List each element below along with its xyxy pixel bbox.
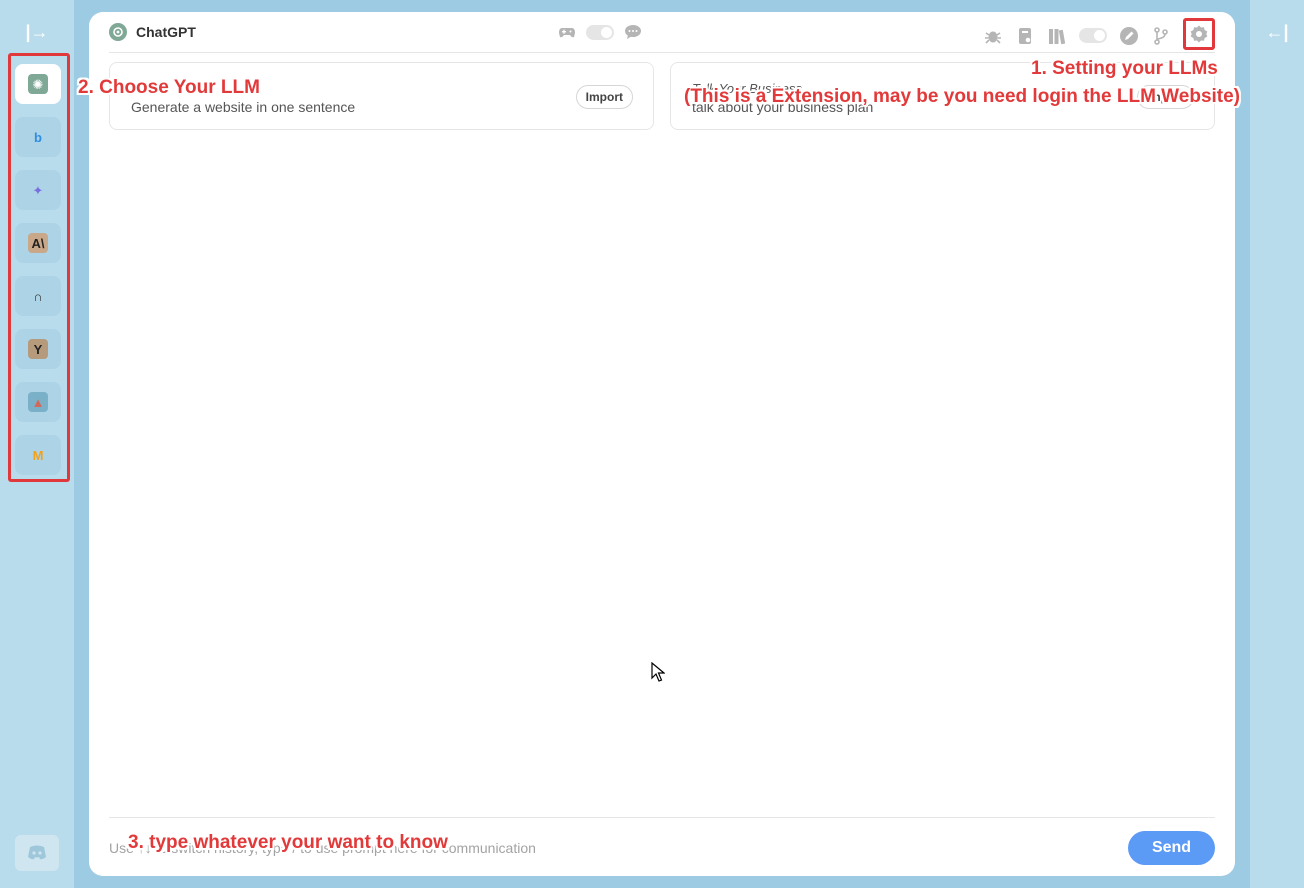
chat-panel: ChatGPT Generate a website in one senten… <box>89 12 1235 876</box>
pi-logo-icon: ∩ <box>33 288 43 304</box>
chatgpt-logo-icon: ✺ <box>28 74 48 94</box>
llm-item-pi[interactable]: ∩ <box>15 276 61 316</box>
toolbar: ChatGPT <box>109 12 1215 53</box>
perplexity-logo-icon: Y <box>28 339 48 359</box>
mouse-cursor-icon <box>651 662 665 682</box>
annotation-step1-note: (This is a Extension, may be you need lo… <box>684 86 1241 107</box>
branch-icon[interactable] <box>1151 26 1171 46</box>
gear-icon <box>1190 25 1208 43</box>
theme-toggle[interactable] <box>1079 28 1107 43</box>
claude-logo-icon: A\ <box>28 233 48 253</box>
center-toolbar <box>557 22 643 42</box>
llm-item-claude[interactable]: A\ <box>15 223 61 263</box>
midjourney-logo-icon: ▲ <box>28 392 48 412</box>
library-icon[interactable] <box>1047 26 1067 46</box>
discord-icon <box>28 845 46 860</box>
llm-item-gemini[interactable]: ✦ <box>15 170 61 210</box>
discord-button[interactable] <box>15 835 59 871</box>
mistral-logo-icon: M <box>32 447 44 463</box>
llm-sidebar: |→ ✺ b ✦ A\ ∩ Y ▲ M <box>0 0 74 888</box>
right-rail: ←| <box>1250 0 1304 888</box>
settings-button[interactable] <box>1183 18 1215 50</box>
brand: ChatGPT <box>109 23 196 41</box>
bug-icon[interactable] <box>983 26 1003 46</box>
llm-item-perplexity[interactable]: Y <box>15 329 61 369</box>
page-title: ChatGPT <box>136 24 196 40</box>
prompt-description: Generate a website in one sentence <box>131 99 356 115</box>
gamepad-icon[interactable] <box>557 22 577 42</box>
notebook-icon[interactable] <box>1015 26 1035 46</box>
send-button[interactable]: Send <box>1128 831 1215 865</box>
bing-logo-icon: b <box>34 129 42 145</box>
right-toolbar <box>983 18 1215 50</box>
expand-panel-icon[interactable]: ←| <box>1265 22 1289 42</box>
llm-list: ✺ b ✦ A\ ∩ Y ▲ M <box>8 53 70 482</box>
llm-item-mistral[interactable]: M <box>15 435 61 475</box>
gemini-logo-icon: ✦ <box>32 182 44 198</box>
chat-bubble-icon[interactable] <box>623 22 643 42</box>
annotation-step3: 3. type whatever your want to know <box>128 832 448 853</box>
import-button[interactable]: Import <box>575 85 633 109</box>
collapse-sidebar-icon[interactable]: |→ <box>25 22 49 42</box>
mode-toggle[interactable] <box>586 24 614 40</box>
chatgpt-logo-icon <box>109 23 127 41</box>
llm-item-chatgpt[interactable]: ✺ <box>15 64 61 104</box>
edit-icon[interactable] <box>1119 26 1139 46</box>
llm-item-midjourney[interactable]: ▲ <box>15 382 61 422</box>
annotation-step1: 1. Setting your LLMs <box>1031 58 1218 79</box>
annotation-step2: 2. Choose Your LLM <box>78 77 260 98</box>
llm-item-bing[interactable]: b <box>15 117 61 157</box>
